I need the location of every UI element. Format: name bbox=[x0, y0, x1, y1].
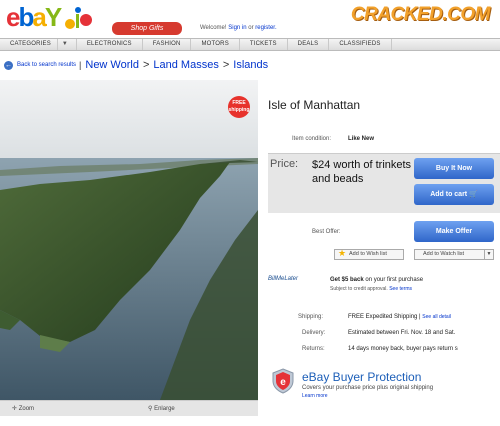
see-terms-link[interactable]: See terms bbox=[389, 286, 412, 292]
item-image-panel[interactable]: ✛ Zoom ⚲ Enlarge bbox=[0, 80, 258, 416]
breadcrumb-separator: > bbox=[222, 59, 230, 71]
nav-motors[interactable]: MOTORS bbox=[191, 39, 240, 50]
delivery-value: Estimated between Fri. Nov. 18 and Sat. bbox=[348, 330, 456, 336]
cart-icon: 🛒 bbox=[469, 191, 478, 198]
condition-value: Like New bbox=[348, 136, 375, 142]
price-value: $24 worth of trinkets and beads bbox=[312, 159, 412, 185]
see-all-details-link[interactable]: See all detail bbox=[422, 314, 451, 320]
add-to-wish-list-button[interactable]: ★ Add to Wish list bbox=[334, 249, 404, 260]
free-shipping-badge: FREE shipping bbox=[228, 96, 250, 118]
make-offer-button[interactable]: Make Offer bbox=[414, 221, 494, 242]
welcome-text: Welcome! Sign in or register. bbox=[200, 25, 277, 31]
enlarge-button[interactable]: ⚲ Enlarge bbox=[148, 405, 175, 412]
ebay-logo[interactable]: ebaY bbox=[6, 2, 62, 32]
learn-more-link[interactable]: Learn more bbox=[302, 393, 328, 399]
image-toolbar: ✛ Zoom ⚲ Enlarge bbox=[0, 400, 258, 416]
item-title: Isle of Manhattan bbox=[268, 98, 361, 112]
nav-deals[interactable]: DEALS bbox=[288, 39, 330, 50]
nav-electronics[interactable]: ELECTRONICS bbox=[77, 39, 143, 50]
price-box: Price: $24 worth of trinkets and beads B… bbox=[268, 153, 500, 213]
add-to-watch-list-button[interactable]: Add to Watch list ▼ bbox=[414, 249, 494, 260]
chevron-down-icon[interactable]: ▼ bbox=[58, 39, 77, 50]
buy-it-now-button[interactable]: Buy It Now bbox=[414, 158, 494, 179]
price-label: Price: bbox=[270, 158, 299, 170]
register-link[interactable]: register. bbox=[255, 25, 276, 31]
bill-me-later-offer: Get $5 back on your first purchase bbox=[330, 277, 424, 283]
svg-text:e: e bbox=[280, 377, 286, 388]
shipping-value: FREE Expedited Shipping | See all detail bbox=[348, 314, 451, 320]
back-to-results-link[interactable]: Back to search results bbox=[17, 62, 76, 68]
sign-in-link[interactable]: Sign in bbox=[228, 25, 246, 31]
cracked-watermark: CRACKED.COM bbox=[350, 4, 491, 25]
returns-value: 14 days money back, buyer pays return s bbox=[348, 346, 458, 352]
zoom-button[interactable]: ✛ Zoom bbox=[12, 405, 34, 412]
buyer-protection-title: eBay Buyer Protection bbox=[302, 370, 422, 384]
condition-label: Item condition: bbox=[292, 136, 332, 142]
breadcrumb: ← Back to search results | New World > L… bbox=[0, 54, 500, 76]
bill-me-later-logo: BillMeLater bbox=[268, 276, 299, 282]
delivery-label: Delivery: bbox=[302, 330, 326, 336]
holiday-ornament-icon bbox=[65, 7, 92, 29]
returns-label: Returns: bbox=[302, 346, 325, 352]
breadcrumb-new-world[interactable]: New World bbox=[85, 59, 139, 71]
back-arrow-icon[interactable]: ← bbox=[4, 60, 13, 70]
breadcrumb-islands[interactable]: Islands bbox=[233, 59, 268, 71]
category-navbar: CATEGORIES ▼ ELECTRONICS FASHION MOTORS … bbox=[0, 38, 500, 51]
buyer-protection-shield-icon: e bbox=[272, 368, 294, 394]
shop-gifts-button[interactable]: Shop Gifts bbox=[112, 22, 182, 35]
breadcrumb-separator: > bbox=[142, 59, 150, 71]
nav-categories[interactable]: CATEGORIES bbox=[0, 39, 58, 50]
site-header: ebaY Shop Gifts Welcome! Sign in or regi… bbox=[0, 0, 500, 38]
best-offer-label: Best Offer: bbox=[312, 229, 341, 235]
chevron-down-icon[interactable]: ▼ bbox=[484, 250, 493, 259]
buyer-protection-desc: Covers your purchase price plus original… bbox=[302, 385, 434, 391]
nav-fashion[interactable]: FASHION bbox=[143, 39, 192, 50]
manhattan-aerial-image[interactable] bbox=[0, 80, 258, 400]
breadcrumb-divider: | bbox=[79, 60, 82, 70]
bill-me-later-terms: Subject to credit approval. See terms bbox=[330, 286, 412, 292]
nav-tickets[interactable]: TICKETS bbox=[240, 39, 288, 50]
shipping-label: Shipping: bbox=[298, 314, 324, 320]
nav-classifieds[interactable]: CLASSIFIEDS bbox=[329, 39, 392, 50]
add-to-cart-button[interactable]: Add to cart 🛒 bbox=[414, 184, 494, 205]
breadcrumb-land-masses[interactable]: Land Masses bbox=[153, 59, 218, 71]
star-icon: ★ bbox=[338, 248, 347, 258]
